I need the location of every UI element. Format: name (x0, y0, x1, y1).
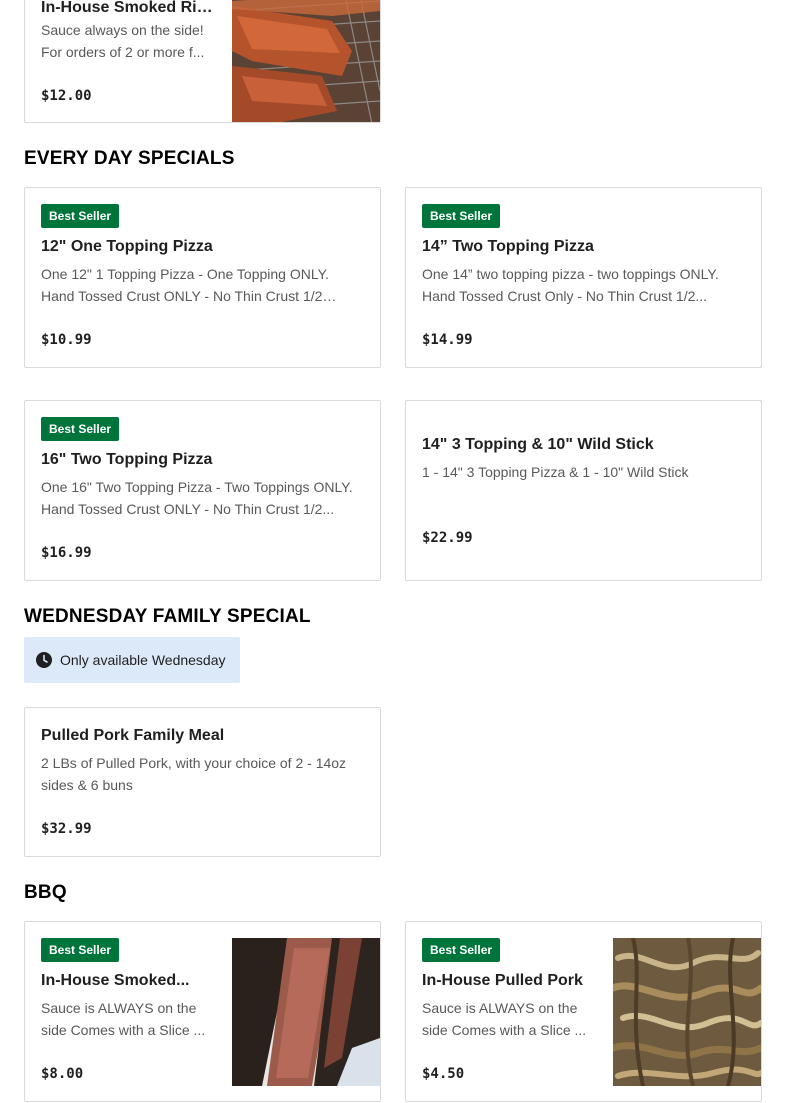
menu-item-14-3-topping-wild-stick[interactable]: 14" 3 Topping & 10" Wild Stick 1 - 14" 3… (405, 400, 762, 581)
item-description: One 14” two topping pizza - two toppings… (422, 266, 719, 304)
item-description: One 12" 1 Topping Pizza - One Topping ON… (41, 266, 330, 304)
item-description: Sauce always on the side! For orders of … (41, 22, 205, 60)
item-title: In-House Pulled Pork (422, 972, 583, 989)
item-description: Sauce is ALWAYS on the side Comes with a… (422, 1000, 587, 1038)
item-description: 2 LBs of Pulled Pork, with your choice o… (41, 755, 347, 793)
item-price: $10.99 (41, 332, 92, 348)
item-title: In-House Smoked... (41, 972, 190, 989)
best-seller-badge: Best Seller (41, 204, 120, 228)
menu-item-14-two-topping-pizza[interactable]: Best Seller 14” Two Topping Pizza One 14… (405, 187, 762, 368)
smoked-brisket-image (232, 938, 380, 1086)
menu-item-smoked-ribs[interactable]: In-House Smoked Ribs Sauce always on the… (24, 0, 381, 123)
pulled-pork-image (609, 936, 761, 1088)
item-title: 12" One Topping Pizza (41, 238, 213, 255)
item-price: $8.00 (41, 1066, 84, 1082)
menu-item-in-house-smoked-brisket[interactable]: Best Seller In-House Smoked... Sauce is … (24, 921, 381, 1102)
item-title: In-House Smoked Ribs (41, 0, 215, 16)
section-title-every-day-specials: EVERY DAY SPECIALS (24, 148, 235, 169)
item-price: $16.99 (41, 545, 92, 561)
item-price: $12.00 (41, 88, 92, 104)
item-title: 14” Two Topping Pizza (422, 238, 594, 255)
item-price: $22.99 (422, 530, 473, 546)
item-title: 16" Two Topping Pizza (41, 451, 213, 468)
menu-item-16-two-topping-pizza[interactable]: Best Seller 16" Two Topping Pizza One 16… (24, 400, 381, 581)
item-description: One 16" Two Topping Pizza - Two Toppings… (41, 479, 353, 517)
item-price: $14.99 (422, 332, 473, 348)
clock-icon (36, 652, 52, 668)
menu-item-pulled-pork-family-meal[interactable]: Pulled Pork Family Meal 2 LBs of Pulled … (24, 707, 381, 857)
best-seller-badge: Best Seller (41, 417, 120, 441)
best-seller-badge: Best Seller (422, 204, 501, 228)
availability-notice-text: Only available Wednesday (60, 652, 226, 668)
item-title: Pulled Pork Family Meal (41, 727, 225, 744)
section-title-wednesday-family-special: WEDNESDAY FAMILY SPECIAL (24, 606, 311, 627)
item-description: Sauce is ALWAYS on the side Comes with a… (41, 1000, 206, 1038)
item-price: $32.99 (41, 821, 92, 837)
section-title-bbq: BBQ (24, 882, 67, 903)
best-seller-badge: Best Seller (41, 938, 120, 962)
best-seller-badge: Best Seller (422, 938, 501, 962)
item-title: 14" 3 Topping & 10" Wild Stick (422, 436, 654, 453)
item-description: 1 - 14" 3 Topping Pizza & 1 - 10" Wild S… (422, 464, 689, 480)
menu-item-12-one-topping-pizza[interactable]: Best Seller 12" One Topping Pizza One 12… (24, 187, 381, 368)
availability-notice: Only available Wednesday (24, 637, 240, 683)
smoked-ribs-image (231, 0, 380, 122)
item-price: $4.50 (422, 1066, 465, 1082)
menu-item-in-house-pulled-pork[interactable]: Best Seller In-House Pulled Pork Sauce i… (405, 921, 762, 1102)
